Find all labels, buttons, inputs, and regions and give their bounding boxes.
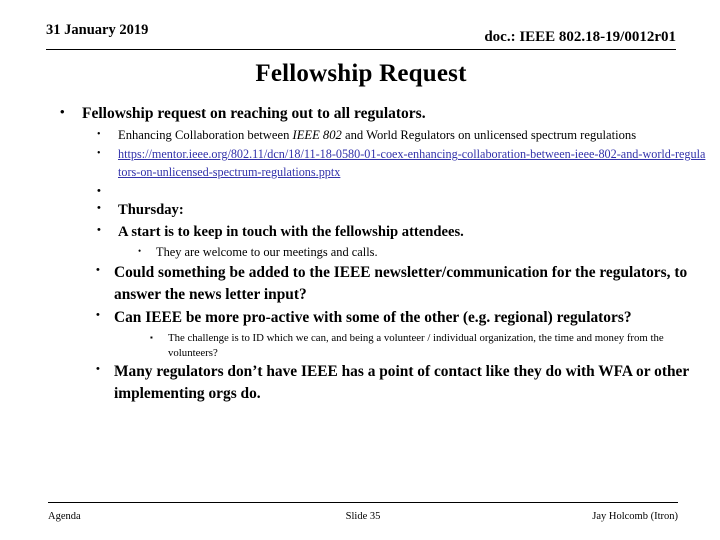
list-item: • https://mentor.ieee.org/802.11/dcn/18/…: [46, 146, 706, 181]
bullet-text: Can IEEE be more pro-active with some of…: [114, 309, 632, 327]
bullet-disc-icon: •: [97, 129, 101, 141]
list-item: • Many regulators don’t have IEEE has a …: [46, 361, 706, 406]
nested-list-container: • They are welcome to our meetings and c…: [46, 244, 706, 262]
bullet-disc-icon: •: [96, 362, 100, 375]
list-item: • Enhancing Collaboration between IEEE 8…: [46, 127, 706, 145]
bullet-list-level-1: • Fellowship request on reaching out to …: [46, 103, 706, 406]
bullet-disc-icon: •: [97, 223, 101, 236]
bullet-disc-icon: •: [96, 263, 100, 276]
list-item-empty: •: [46, 183, 706, 199]
list-item: • Can IEEE be more pro-active with some …: [46, 307, 706, 329]
bullet-text: Could something be added to the IEEE new…: [114, 263, 688, 303]
bullet-disc-icon: •: [97, 201, 101, 214]
bullet-list-level-3: • They are welcome to our meetings and c…: [46, 244, 706, 262]
footer-section-label: Agenda: [48, 511, 81, 522]
bullet-square-icon: ▪: [150, 332, 153, 342]
bullet-disc-icon: •: [60, 104, 65, 119]
header-document-number: doc.: IEEE 802.18-19/0012r01: [484, 29, 676, 45]
bullet-text: The challenge is to ID which we can, and…: [168, 331, 664, 359]
slide-footer: Agenda Slide 35 Jay Holcomb (Itron): [48, 502, 678, 536]
bullet-text: A start is to keep in touch with the fel…: [118, 223, 464, 240]
slide-body: • Fellowship request on reaching out to …: [46, 103, 706, 407]
list-item: • A start is to keep in touch with the f…: [46, 222, 706, 243]
bullet-disc-icon: •: [96, 309, 100, 322]
nested-list-container: • Enhancing Collaboration between IEEE 8…: [46, 127, 706, 405]
list-item: • Could something be added to the IEEE n…: [46, 262, 706, 307]
text-italic-ieee802: IEEE 802: [292, 128, 342, 143]
footer-author: Jay Holcomb (Itron): [592, 511, 678, 522]
bullet-disc-icon: •: [138, 246, 142, 257]
mentor-pptx-link[interactable]: https://mentor.ieee.org/802.11/dcn/18/11…: [118, 146, 706, 181]
bullet-text: Fellowship request on reaching out to al…: [82, 105, 426, 122]
slide-canvas: 31 January 2019 doc.: IEEE 802.18-19/001…: [0, 0, 720, 540]
list-item: • They are welcome to our meetings and c…: [46, 244, 706, 262]
bullet-list-level-3: ▪ The challenge is to ID which we can, a…: [46, 331, 706, 361]
bullet-text: They are welcome to our meetings and cal…: [156, 245, 378, 260]
text-post: and World Regulators on unlicensed spect…: [341, 128, 637, 143]
header-date: 31 January 2019: [46, 22, 149, 38]
bullet-disc-icon: •: [97, 148, 101, 160]
footer-slide-number: Slide 35: [345, 511, 381, 522]
slide-header: 31 January 2019 doc.: IEEE 802.18-19/001…: [46, 22, 676, 50]
page-title: Fellowship Request: [255, 60, 467, 87]
bullet-disc-icon: •: [97, 184, 101, 197]
bullet-text: Enhancing Collaboration between IEEE 802…: [118, 127, 706, 145]
list-item: • Thursday:: [46, 200, 706, 221]
list-item: • Fellowship request on reaching out to …: [46, 103, 706, 125]
bullet-list-level-2: • Enhancing Collaboration between IEEE 8…: [46, 127, 706, 405]
text-pre: Enhancing Collaboration between: [118, 128, 293, 143]
list-item: ▪ The challenge is to ID which we can, a…: [46, 331, 706, 361]
nested-list-container: ▪ The challenge is to ID which we can, a…: [46, 331, 706, 361]
bullet-text: Thursday:: [118, 201, 184, 218]
bullet-text: Many regulators don’t have IEEE has a po…: [114, 362, 689, 403]
